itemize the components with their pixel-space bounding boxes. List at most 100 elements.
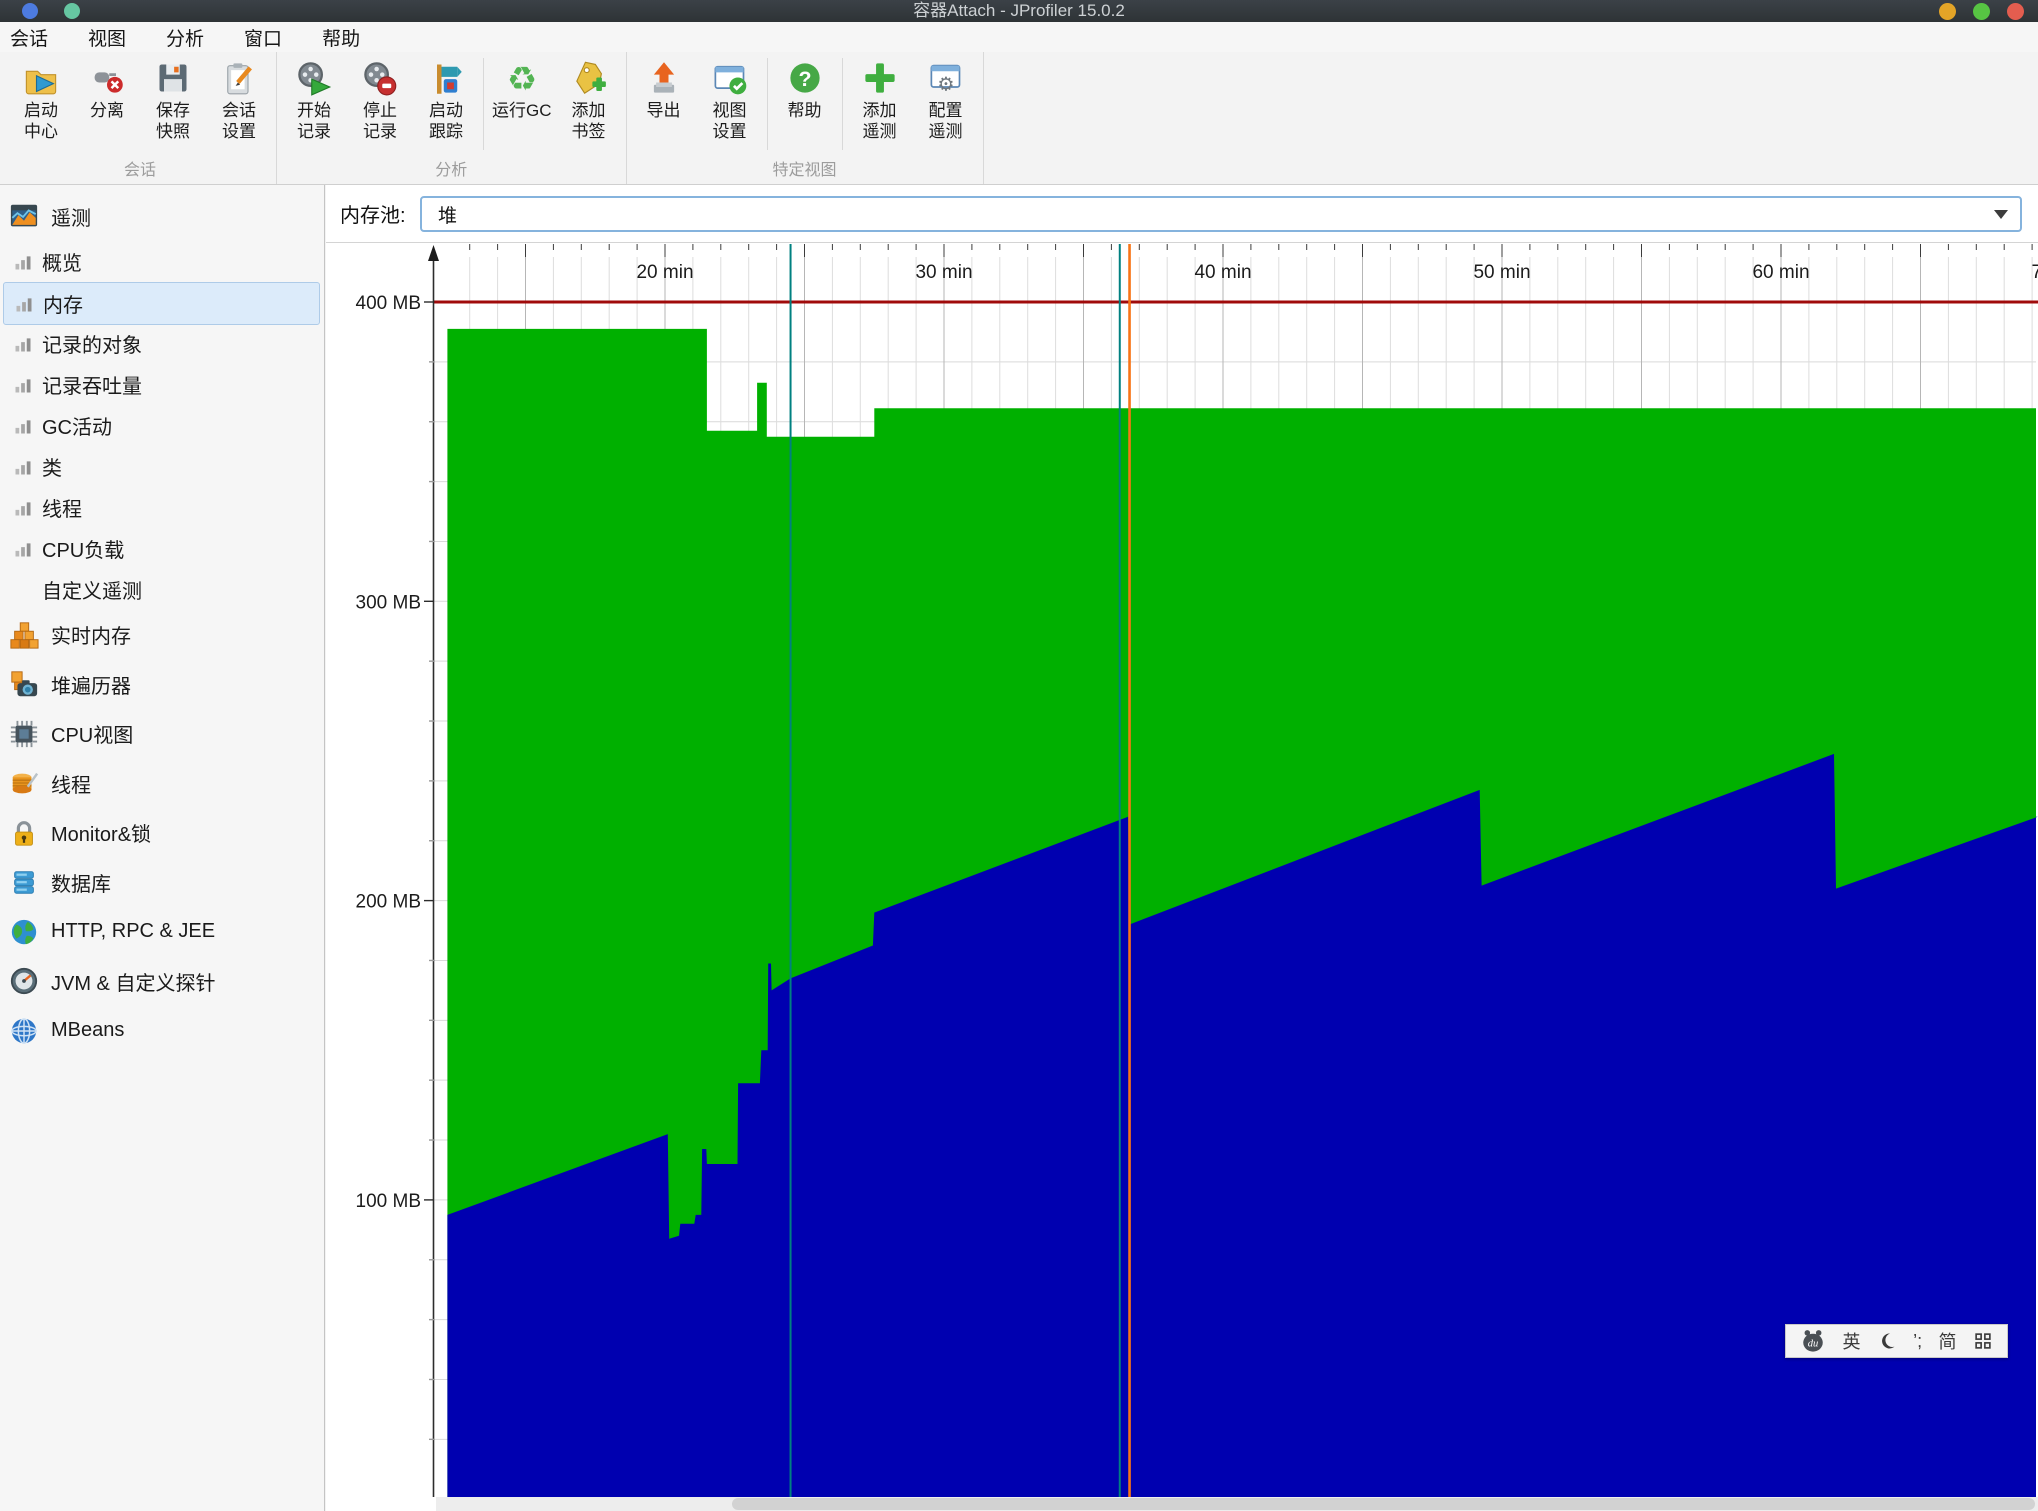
databases-icon xyxy=(9,867,39,897)
cpu-views-icon xyxy=(9,719,39,749)
sidebar-item-label: 遥测 xyxy=(51,202,91,231)
session-settings-button[interactable]: 会话 设置 xyxy=(206,52,272,144)
sidebar-item-内存[interactable]: 内存 xyxy=(3,282,320,325)
baidu-bear-icon: du xyxy=(1800,1328,1826,1354)
ime-simplified[interactable]: 简 xyxy=(1938,1328,1956,1354)
detach-icon xyxy=(89,60,125,96)
scrollbar-thumb[interactable] xyxy=(732,1498,2035,1510)
sidebar-item-cpu负载[interactable]: CPU负载 xyxy=(3,528,320,569)
sidebar-item-实时内存[interactable]: 实时内存 xyxy=(3,610,320,659)
title-bar: 容器Attach - JProfiler 15.0.2 xyxy=(0,0,2038,22)
sidebar-item-label: MBeans xyxy=(51,1019,124,1042)
toolbar-group-label: 分析 xyxy=(281,156,622,184)
add-telemetry-button[interactable]: 添加 遥测 xyxy=(847,52,913,144)
sidebar-item-label: 记录吞吐量 xyxy=(42,370,142,399)
sidebar-item-cpu视图[interactable]: CPU视图 xyxy=(3,709,320,758)
session-settings-icon xyxy=(221,60,257,96)
window-title: 容器Attach - JProfiler 15.0.2 xyxy=(0,0,2038,22)
menu-item-2[interactable]: 视图 xyxy=(88,24,126,51)
time-tick-label: 70 min xyxy=(2031,262,2038,283)
heap-walker-icon xyxy=(9,669,39,699)
sidebar-item-记录的对象[interactable]: 记录的对象 xyxy=(3,323,320,364)
time-tick-label: 20 min xyxy=(636,262,693,283)
horizontal-scrollbar[interactable] xyxy=(436,1497,2038,1511)
sidebar-item-数据库[interactable]: 数据库 xyxy=(3,858,320,907)
launch-center-button[interactable]: 启动 中心 xyxy=(8,52,74,144)
sidebar-item-http-rpc-&-jee[interactable]: HTTP, RPC & JEE xyxy=(3,907,320,956)
menu-item-5[interactable]: 帮助 xyxy=(322,24,360,51)
view-settings-button[interactable]: 视图 设置 xyxy=(697,52,763,144)
help-icon: ? xyxy=(787,60,823,96)
sidebar-item-label: 类 xyxy=(42,452,62,481)
memory-tick-label: 100 MB xyxy=(356,1191,421,1212)
sidebar-item-mbeans[interactable]: MBeans xyxy=(3,1006,320,1055)
menu-item-4[interactable]: 窗口 xyxy=(244,24,282,51)
start-tracking-button[interactable]: 启动 跟踪 xyxy=(413,52,479,144)
sidebar-item-类[interactable]: 类 xyxy=(3,446,320,487)
maximize-button[interactable] xyxy=(1973,3,1990,20)
sidebar-item-概览[interactable]: 概览 xyxy=(3,241,320,282)
detach-button[interactable]: 分离 xyxy=(74,52,140,123)
menu-item-3[interactable]: 分析 xyxy=(166,24,204,51)
sidebar-item-label: 内存 xyxy=(43,289,83,318)
add-bookmark-label: 添加 书签 xyxy=(572,100,606,142)
telemetry-add-icon xyxy=(862,60,898,96)
toolbar-separator xyxy=(842,58,843,150)
bookmark-add-icon xyxy=(571,60,607,96)
sidebar-item-自定义遥测[interactable]: 自定义遥测 xyxy=(3,569,320,610)
memory-pool-select[interactable]: 堆 xyxy=(420,196,2022,232)
export-button[interactable]: 导出 xyxy=(631,52,697,123)
start-recording-button[interactable]: 开始 记录 xyxy=(281,52,347,144)
toolbar-separator xyxy=(483,58,484,150)
chart-bars-icon xyxy=(13,375,33,395)
memory-tick-label: 300 MB xyxy=(356,592,421,613)
chart-bars-icon xyxy=(13,334,33,354)
mbeans-icon xyxy=(9,1016,39,1046)
sidebar-item-记录吞吐量[interactable]: 记录吞吐量 xyxy=(3,364,320,405)
monitor-locks-icon xyxy=(9,818,39,848)
sidebar-item-线程[interactable]: 线程 xyxy=(3,487,320,528)
close-button[interactable] xyxy=(2007,3,2024,20)
toolbar-separator xyxy=(767,58,768,150)
configure-telemetry-button[interactable]: ⚙配置 遥测 xyxy=(913,52,979,144)
stop-recording-button[interactable]: 停止 记录 xyxy=(347,52,413,144)
sidebar-item-jvm-&-自定义探针[interactable]: JVM & 自定义探针 xyxy=(3,957,320,1006)
save-snapshot-button[interactable]: 保存 快照 xyxy=(140,52,206,144)
toolbar-group-分析: 开始 记录停止 记录启动 跟踪♻运行GC 添加 书签分析 xyxy=(277,52,627,184)
run-gc-icon: ♻ xyxy=(504,60,540,96)
chart-bars-icon xyxy=(13,252,33,272)
session-settings-label: 会话 设置 xyxy=(222,100,256,142)
sidebar-item-gc活动[interactable]: GC活动 xyxy=(3,405,320,446)
sidebar-item-label: CPU视图 xyxy=(51,719,133,748)
chart-bars-icon xyxy=(13,457,33,477)
run-gc-button[interactable]: ♻运行GC xyxy=(488,52,556,123)
menu-item-1[interactable]: 会话 xyxy=(10,24,48,51)
ime-baidu[interactable]: du xyxy=(1800,1328,1826,1354)
view-sidebar: 遥测概览内存记录的对象记录吞吐量GC活动类线程CPU负载自定义遥测实时内存堆遍历… xyxy=(0,185,325,1511)
ime-lang[interactable]: 英 xyxy=(1842,1328,1860,1354)
ime-tools[interactable] xyxy=(1973,1331,1993,1351)
help-button[interactable]: ?帮助 xyxy=(772,52,838,123)
chart-bars-icon xyxy=(13,539,33,559)
sidebar-item-线程[interactable]: 线程 xyxy=(3,759,320,808)
sidebar-item-label: 实时内存 xyxy=(51,620,131,649)
sidebar-item-label: 线程 xyxy=(51,769,91,798)
sidebar-item-label: 堆遍历器 xyxy=(51,670,131,699)
sidebar-item-堆遍历器[interactable]: 堆遍历器 xyxy=(3,660,320,709)
ime-punct[interactable]: ’; xyxy=(1913,1331,1922,1352)
export-icon xyxy=(646,60,682,96)
memory-pool-row: 内存池: 堆 xyxy=(326,185,2038,243)
svg-text:du: du xyxy=(1808,1339,1819,1350)
memory-pool-label: 内存池: xyxy=(340,199,406,228)
svg-text:?: ? xyxy=(798,67,811,91)
toolbar-group-label: 特定视图 xyxy=(631,156,979,184)
sidebar-item-monitor&锁[interactable]: Monitor&锁 xyxy=(3,808,320,857)
ime-width[interactable] xyxy=(1877,1331,1897,1351)
minimize-button[interactable] xyxy=(1939,3,1956,20)
jvm-probes-icon xyxy=(9,966,39,996)
memory-telemetry-chart[interactable]: 20 min30 min40 min50 min60 min70 min100 … xyxy=(326,243,2038,1497)
toolbar-group-特定视图: 导出视图 设置 ?帮助添加 遥测⚙配置 遥测特定视图 xyxy=(627,52,984,184)
view-settings-label: 视图 设置 xyxy=(713,100,747,142)
add-bookmark-button[interactable]: 添加 书签 xyxy=(556,52,622,144)
svg-text:⚙: ⚙ xyxy=(937,72,954,95)
